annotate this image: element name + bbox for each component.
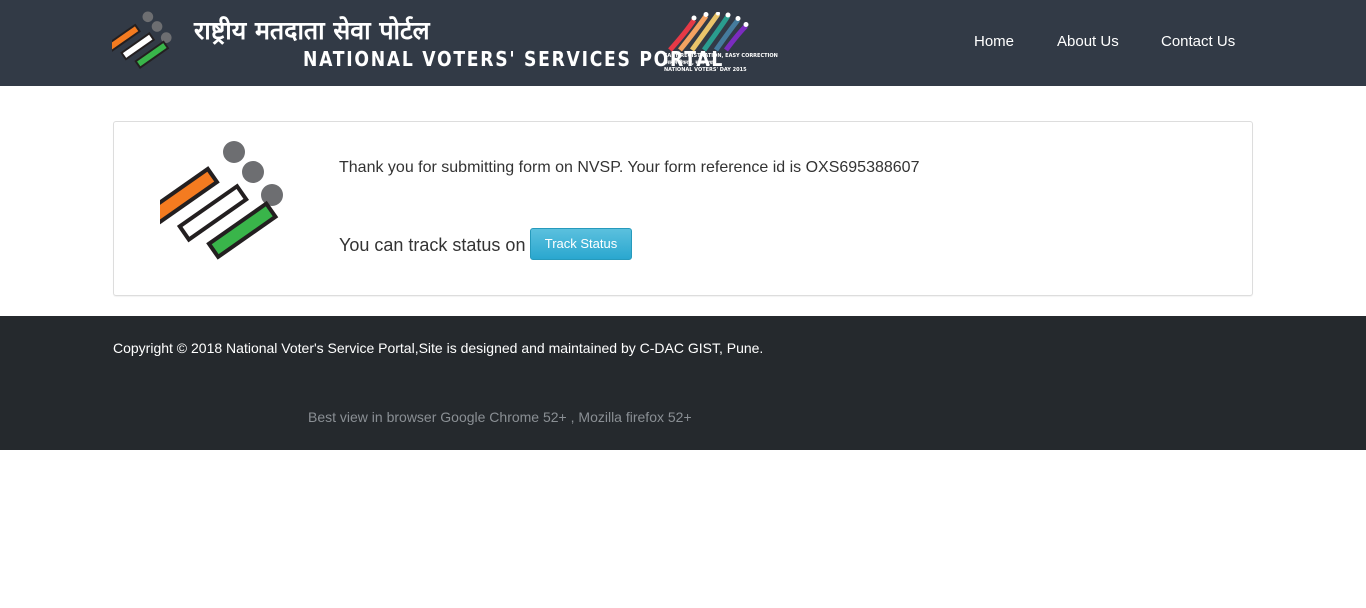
- submission-confirmation-message: Thank you for submitting form on NVSP. Y…: [339, 159, 920, 176]
- site-footer: Copyright © 2018 National Voter's Servic…: [0, 316, 1366, 450]
- browser-compatibility-note: Best view in browser Google Chrome 52+ ,…: [308, 409, 692, 425]
- confirmation-panel: Thank you for submitting form on NVSP. Y…: [113, 121, 1253, 296]
- voters-day-figures-icon: [668, 11, 749, 52]
- national-voters-day-logo: EASY REGISTRATION, EASY CORRECTION सरल प…: [664, 11, 778, 74]
- copyright-text: Copyright © 2018 National Voter's Servic…: [113, 340, 764, 356]
- nav-contact-us-link[interactable]: Contact Us: [1161, 33, 1235, 51]
- voters-day-tagline-hindi: सरल पंजीकरण, सरल सुधार: [664, 60, 716, 66]
- track-status-button[interactable]: Track Status: [530, 228, 632, 260]
- portal-title-hindi: राष्ट्रीय मतदाता सेवा पोर्टल: [194, 16, 430, 45]
- site-header: राष्ट्रीय मतदाता सेवा पोर्टल NATIONAL VO…: [0, 0, 1366, 86]
- track-status-text: You can track status on: [339, 235, 526, 255]
- nav-home-link[interactable]: Home: [974, 33, 1014, 51]
- ballot-marks-logo-icon: [112, 11, 172, 69]
- voters-day-tagline-english: EASY REGISTRATION, EASY CORRECTION: [664, 53, 778, 59]
- ballot-marks-logo-icon: [160, 141, 283, 260]
- nav-about-us-link[interactable]: About Us: [1057, 33, 1119, 51]
- voters-day-name: NATIONAL VOTERS' DAY 2015: [664, 67, 747, 73]
- portal-title-english: NATIONAL VOTERS' SERVICES PORTAL: [303, 47, 725, 71]
